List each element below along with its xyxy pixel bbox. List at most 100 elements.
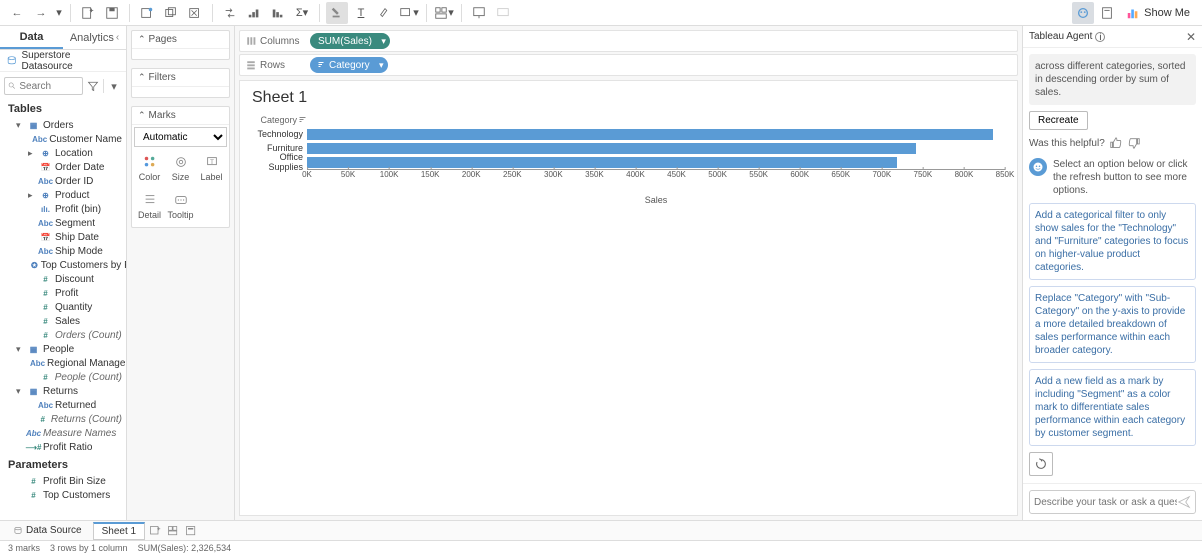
field-product[interactable]: ▸⊕Product <box>0 188 126 202</box>
field-order-date[interactable]: 📅Order Date <box>0 160 126 174</box>
agent-input[interactable] <box>1034 497 1177 508</box>
tab-data[interactable]: Data <box>0 26 63 49</box>
data-guide-button[interactable] <box>1096 2 1118 24</box>
new-worksheet-icon[interactable] <box>147 523 163 539</box>
agent-suggestion-3[interactable]: Add a new field as a mark by including "… <box>1029 369 1196 446</box>
field-discount[interactable]: #Discount <box>0 272 126 286</box>
filters-shelf[interactable]: ⌃Filters <box>131 68 230 98</box>
field-people-count-[interactable]: #People (Count) <box>0 370 126 384</box>
redo-dropdown[interactable]: ▾ <box>54 2 64 24</box>
swap-button[interactable] <box>219 2 241 24</box>
field-location[interactable]: ▸⊕Location <box>0 146 126 160</box>
rows-shelf[interactable]: Rows Category▾ <box>239 54 1018 76</box>
highlight-button[interactable] <box>326 2 348 24</box>
field-sales[interactable]: #Sales <box>0 314 126 328</box>
new-dashboard-icon[interactable] <box>165 523 181 539</box>
sort-desc-button[interactable] <box>267 2 289 24</box>
status-bar: 3 marks 3 rows by 1 column SUM(Sales): 2… <box>0 540 1202 555</box>
pages-shelf[interactable]: ⌃Pages <box>131 30 230 60</box>
thumbs-up-icon[interactable] <box>1109 136 1123 150</box>
search-input-wrapper[interactable] <box>4 77 83 95</box>
agent-input-wrapper[interactable] <box>1029 490 1196 514</box>
field-regional-manager[interactable]: AbcRegional Manager <box>0 356 126 370</box>
presentation-button[interactable] <box>468 2 490 24</box>
field-profit[interactable]: #Profit <box>0 286 126 300</box>
table-returns[interactable]: ▾▦Returns <box>0 384 126 398</box>
agent-panel: Tableau Agenti ✕ across different catego… <box>1022 26 1202 520</box>
field-returns-count-[interactable]: #Returns (Count) <box>0 412 126 426</box>
field-order-id[interactable]: AbcOrder ID <box>0 174 126 188</box>
rows-pill[interactable]: Category▾ <box>310 57 388 73</box>
field-measure-names[interactable]: AbcMeasure Names <box>0 426 126 440</box>
close-icon[interactable]: ✕ <box>1186 30 1196 44</box>
field-returned[interactable]: AbcReturned <box>0 398 126 412</box>
fit-dropdown[interactable]: ▾ <box>398 2 420 24</box>
format-button[interactable] <box>374 2 396 24</box>
filter-fields-button[interactable] <box>85 78 101 94</box>
worksheet-area: Columns SUM(Sales)▾ Rows Category▾ Sheet… <box>235 26 1022 520</box>
recreate-button[interactable]: Recreate <box>1029 111 1088 130</box>
mark-label[interactable]: TLabel <box>196 149 227 187</box>
tables-header: Tables <box>0 100 126 118</box>
parameters-header: Parameters <box>0 456 126 474</box>
agent-context-card: across different categories, sorted in d… <box>1029 54 1196 105</box>
sheet-title[interactable]: Sheet 1 <box>252 89 1005 107</box>
refresh-button[interactable] <box>1029 452 1053 476</box>
new-datasource-button[interactable] <box>77 2 99 24</box>
mark-tooltip[interactable]: Tooltip <box>165 187 196 225</box>
show-me-button[interactable]: Show Me <box>1120 4 1196 22</box>
thumbs-down-icon[interactable] <box>1127 136 1141 150</box>
new-story-icon[interactable] <box>183 523 199 539</box>
share-button[interactable] <box>492 2 514 24</box>
bar-technology[interactable]: Technology <box>252 127 1005 141</box>
redo-button[interactable]: → <box>30 2 52 24</box>
field-quantity[interactable]: #Quantity <box>0 300 126 314</box>
undo-button[interactable]: ← <box>6 2 28 24</box>
param-profit-bin-size[interactable]: #Profit Bin Size <box>0 474 126 488</box>
category-header: Category <box>252 115 307 125</box>
field-customer-name[interactable]: AbcCustomer Name <box>0 132 126 146</box>
tab-analytics[interactable]: Analytics‹ <box>63 26 126 49</box>
marks-type-select[interactable]: Automatic <box>134 127 227 147</box>
fields-menu-button[interactable]: ▾ <box>106 78 122 94</box>
mark-size[interactable]: Size <box>165 149 196 187</box>
viz-canvas: Sheet 1 Category TechnologyFurnitureOffi… <box>239 80 1018 516</box>
save-button[interactable] <box>101 2 123 24</box>
tab-data-source[interactable]: Data Source <box>4 522 91 539</box>
table-people[interactable]: ▾▦People <box>0 342 126 356</box>
param-top-customers[interactable]: #Top Customers <box>0 488 126 502</box>
field-profit-bin-[interactable]: ılı.Profit (bin) <box>0 202 126 216</box>
mark-color[interactable]: Color <box>134 149 165 187</box>
mark-detail[interactable]: Detail <box>134 187 165 225</box>
duplicate-button[interactable] <box>160 2 182 24</box>
labels-button[interactable]: T <box>350 2 372 24</box>
datasource-row[interactable]: Superstore Datasource <box>0 50 126 72</box>
tab-sheet1[interactable]: Sheet 1 <box>93 522 145 540</box>
search-input[interactable] <box>19 81 79 92</box>
new-worksheet-button[interactable] <box>136 2 158 24</box>
analytics-menu-icon[interactable]: ‹ <box>116 32 119 43</box>
agent-suggestion-1[interactable]: Add a categorical filter to only show sa… <box>1029 203 1196 280</box>
sort-asc-button[interactable] <box>243 2 265 24</box>
table-orders[interactable]: ▾▦Orders <box>0 118 126 132</box>
field-ship-date[interactable]: 📅Ship Date <box>0 230 126 244</box>
send-icon[interactable] <box>1177 495 1191 509</box>
columns-pill[interactable]: SUM(Sales)▾ <box>310 33 390 49</box>
agent-suggestion-2[interactable]: Replace "Category" with "Sub-Category" o… <box>1029 286 1196 363</box>
columns-shelf[interactable]: Columns SUM(Sales)▾ <box>239 30 1018 52</box>
bar-furniture[interactable]: Furniture <box>252 141 1005 155</box>
field-profit-ratio[interactable]: ⟶#Profit Ratio <box>0 440 126 454</box>
clear-button[interactable] <box>184 2 206 24</box>
field-top-customers-by-p-[interactable]: ✪Top Customers by P... <box>0 258 126 272</box>
field-ship-mode[interactable]: AbcShip Mode <box>0 244 126 258</box>
status-rows: 3 rows by 1 column <box>50 543 128 553</box>
bar-office-supplies[interactable]: Office Supplies <box>252 155 1005 169</box>
agent-toggle-button[interactable] <box>1072 2 1094 24</box>
bottom-tabs: Data Source Sheet 1 <box>0 520 1202 540</box>
agent-avatar-icon <box>1029 158 1047 176</box>
field-orders-count-[interactable]: #Orders (Count) <box>0 328 126 342</box>
info-icon[interactable]: i <box>1095 32 1105 42</box>
field-segment[interactable]: AbcSegment <box>0 216 126 230</box>
dashboard-button[interactable]: ▾ <box>433 2 455 24</box>
totals-button[interactable]: Σ▾ <box>291 2 313 24</box>
